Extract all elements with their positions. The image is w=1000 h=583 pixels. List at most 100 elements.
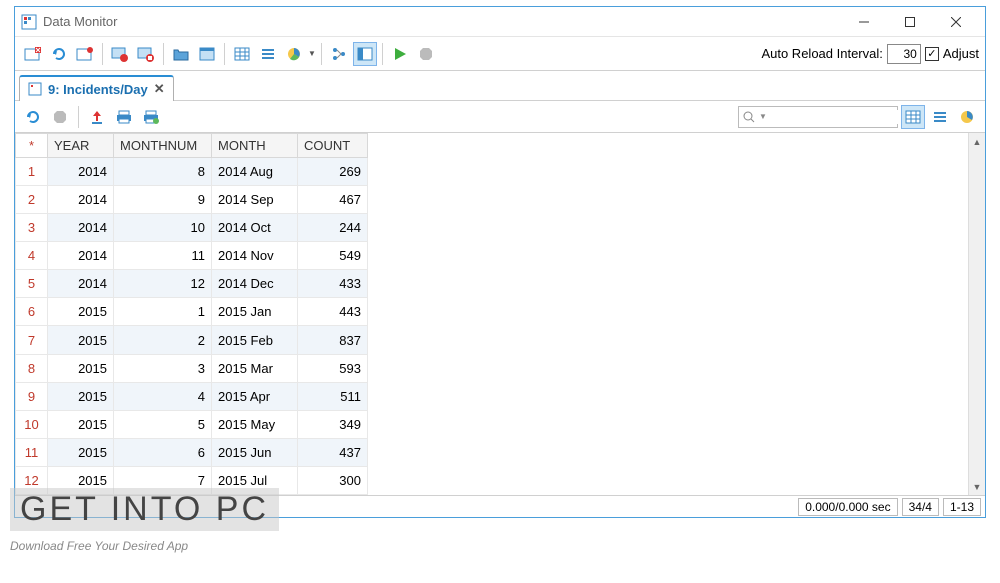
minimize-button[interactable] bbox=[841, 7, 887, 36]
watermark-subtitle: Download Free Your Desired App bbox=[10, 539, 279, 553]
row-number: 8 bbox=[16, 354, 48, 382]
grid-view-button[interactable] bbox=[901, 105, 925, 129]
cell-count: 437 bbox=[298, 438, 368, 466]
tab-label: 9: Incidents/Day bbox=[48, 82, 148, 97]
detail-view-button[interactable] bbox=[928, 105, 952, 129]
cell-count: 511 bbox=[298, 382, 368, 410]
data-grid[interactable]: * YEAR MONTHNUM MONTH COUNT 1201482014 A… bbox=[15, 133, 368, 495]
tree-button[interactable] bbox=[327, 42, 351, 66]
data-grid-container: * YEAR MONTHNUM MONTH COUNT 1201482014 A… bbox=[15, 133, 985, 495]
status-range: 1-13 bbox=[943, 498, 981, 516]
main-toolbar: ▼ Auto Reload Interval: ✓ Adjust bbox=[15, 37, 985, 71]
close-tab-button[interactable] bbox=[21, 42, 45, 66]
cell-month: 2015 Feb bbox=[212, 326, 298, 354]
chart-dropdown-icon[interactable]: ▼ bbox=[308, 49, 316, 58]
header-month[interactable]: MONTH bbox=[212, 134, 298, 158]
scroll-up-icon[interactable]: ▲ bbox=[969, 133, 985, 150]
cell-year: 2014 bbox=[48, 158, 114, 186]
toolbar-separator bbox=[163, 43, 164, 65]
cell-month: 2014 Sep bbox=[212, 186, 298, 214]
header-rownum[interactable]: * bbox=[16, 134, 48, 158]
cell-monthnum: 2 bbox=[114, 326, 212, 354]
window-button[interactable] bbox=[195, 42, 219, 66]
maximize-button[interactable] bbox=[887, 7, 933, 36]
table-row[interactable]: 7201522015 Feb837 bbox=[16, 326, 368, 354]
cell-count: 244 bbox=[298, 214, 368, 242]
table-view-button[interactable] bbox=[230, 42, 254, 66]
header-row: * YEAR MONTHNUM MONTH COUNT bbox=[16, 134, 368, 158]
reload-interval-input[interactable] bbox=[887, 44, 921, 64]
search-dropdown-icon[interactable]: ▼ bbox=[759, 112, 767, 121]
cell-monthnum: 9 bbox=[114, 186, 212, 214]
tab-icon bbox=[28, 82, 42, 96]
table-row[interactable]: 1201482014 Aug269 bbox=[16, 158, 368, 186]
row-number: 5 bbox=[16, 270, 48, 298]
table-row[interactable]: 8201532015 Mar593 bbox=[16, 354, 368, 382]
app-icon bbox=[21, 14, 37, 30]
table-row[interactable]: 11201562015 Jun437 bbox=[16, 438, 368, 466]
table-row[interactable]: 52014122014 Dec433 bbox=[16, 270, 368, 298]
table-row[interactable]: 6201512015 Jan443 bbox=[16, 298, 368, 326]
new-monitor-button[interactable] bbox=[73, 42, 97, 66]
cell-monthnum: 10 bbox=[114, 214, 212, 242]
row-number: 4 bbox=[16, 242, 48, 270]
header-monthnum[interactable]: MONTHNUM bbox=[114, 134, 212, 158]
row-number: 1 bbox=[16, 158, 48, 186]
cell-month: 2015 Jun bbox=[212, 438, 298, 466]
table-row[interactable]: 32014102014 Oct244 bbox=[16, 214, 368, 242]
tab-incidents[interactable]: 9: Incidents/Day ✕ bbox=[19, 75, 174, 101]
cell-year: 2015 bbox=[48, 382, 114, 410]
cell-month: 2015 Jan bbox=[212, 298, 298, 326]
stop-tab-button[interactable] bbox=[48, 105, 72, 129]
record-start-button[interactable] bbox=[108, 42, 132, 66]
toolbar-right: Auto Reload Interval: ✓ Adjust bbox=[761, 44, 979, 64]
cell-count: 300 bbox=[298, 466, 368, 494]
table-row[interactable]: 9201542015 Apr511 bbox=[16, 382, 368, 410]
record-stop-button[interactable] bbox=[134, 42, 158, 66]
cell-year: 2014 bbox=[48, 186, 114, 214]
reload-tab-button[interactable] bbox=[21, 105, 45, 129]
cell-year: 2015 bbox=[48, 326, 114, 354]
cell-month: 2014 Nov bbox=[212, 242, 298, 270]
search-icon bbox=[743, 111, 755, 123]
tab-toolbar: ▼ bbox=[15, 101, 985, 133]
adjust-checkbox[interactable]: ✓ bbox=[925, 47, 939, 61]
refresh-button[interactable] bbox=[47, 42, 71, 66]
tab-close-button[interactable]: ✕ bbox=[154, 81, 165, 97]
cell-monthnum: 3 bbox=[114, 354, 212, 382]
cell-count: 349 bbox=[298, 410, 368, 438]
header-count[interactable]: COUNT bbox=[298, 134, 368, 158]
vertical-scrollbar[interactable]: ▲ ▼ bbox=[968, 133, 985, 495]
row-number: 7 bbox=[16, 326, 48, 354]
cell-count: 443 bbox=[298, 298, 368, 326]
toolbar-separator bbox=[382, 43, 383, 65]
watermark-title: GET INTO PC bbox=[10, 488, 279, 531]
row-number: 9 bbox=[16, 382, 48, 410]
close-button[interactable] bbox=[933, 7, 979, 36]
header-year[interactable]: YEAR bbox=[48, 134, 114, 158]
table-row[interactable]: 42014112014 Nov549 bbox=[16, 242, 368, 270]
table-row[interactable]: 10201552015 May349 bbox=[16, 410, 368, 438]
table-row[interactable]: 2201492014 Sep467 bbox=[16, 186, 368, 214]
row-number: 3 bbox=[16, 214, 48, 242]
cell-year: 2015 bbox=[48, 410, 114, 438]
chart-button[interactable] bbox=[282, 42, 306, 66]
play-button[interactable] bbox=[388, 42, 412, 66]
cell-count: 433 bbox=[298, 270, 368, 298]
cell-year: 2014 bbox=[48, 214, 114, 242]
print-preview-button[interactable] bbox=[139, 105, 163, 129]
scroll-down-icon[interactable]: ▼ bbox=[969, 478, 985, 495]
cell-month: 2015 Apr bbox=[212, 382, 298, 410]
list-view-button[interactable] bbox=[256, 42, 280, 66]
chart-view-button[interactable] bbox=[955, 105, 979, 129]
cell-year: 2015 bbox=[48, 438, 114, 466]
cell-month: 2014 Aug bbox=[212, 158, 298, 186]
print-button[interactable] bbox=[112, 105, 136, 129]
cell-monthnum: 8 bbox=[114, 158, 212, 186]
status-time: 0.000/0.000 sec bbox=[798, 498, 897, 516]
stop-button[interactable] bbox=[414, 42, 438, 66]
search-box[interactable]: ▼ bbox=[738, 106, 898, 128]
export-button[interactable] bbox=[85, 105, 109, 129]
open-button[interactable] bbox=[169, 42, 193, 66]
layout-button[interactable] bbox=[353, 42, 377, 66]
